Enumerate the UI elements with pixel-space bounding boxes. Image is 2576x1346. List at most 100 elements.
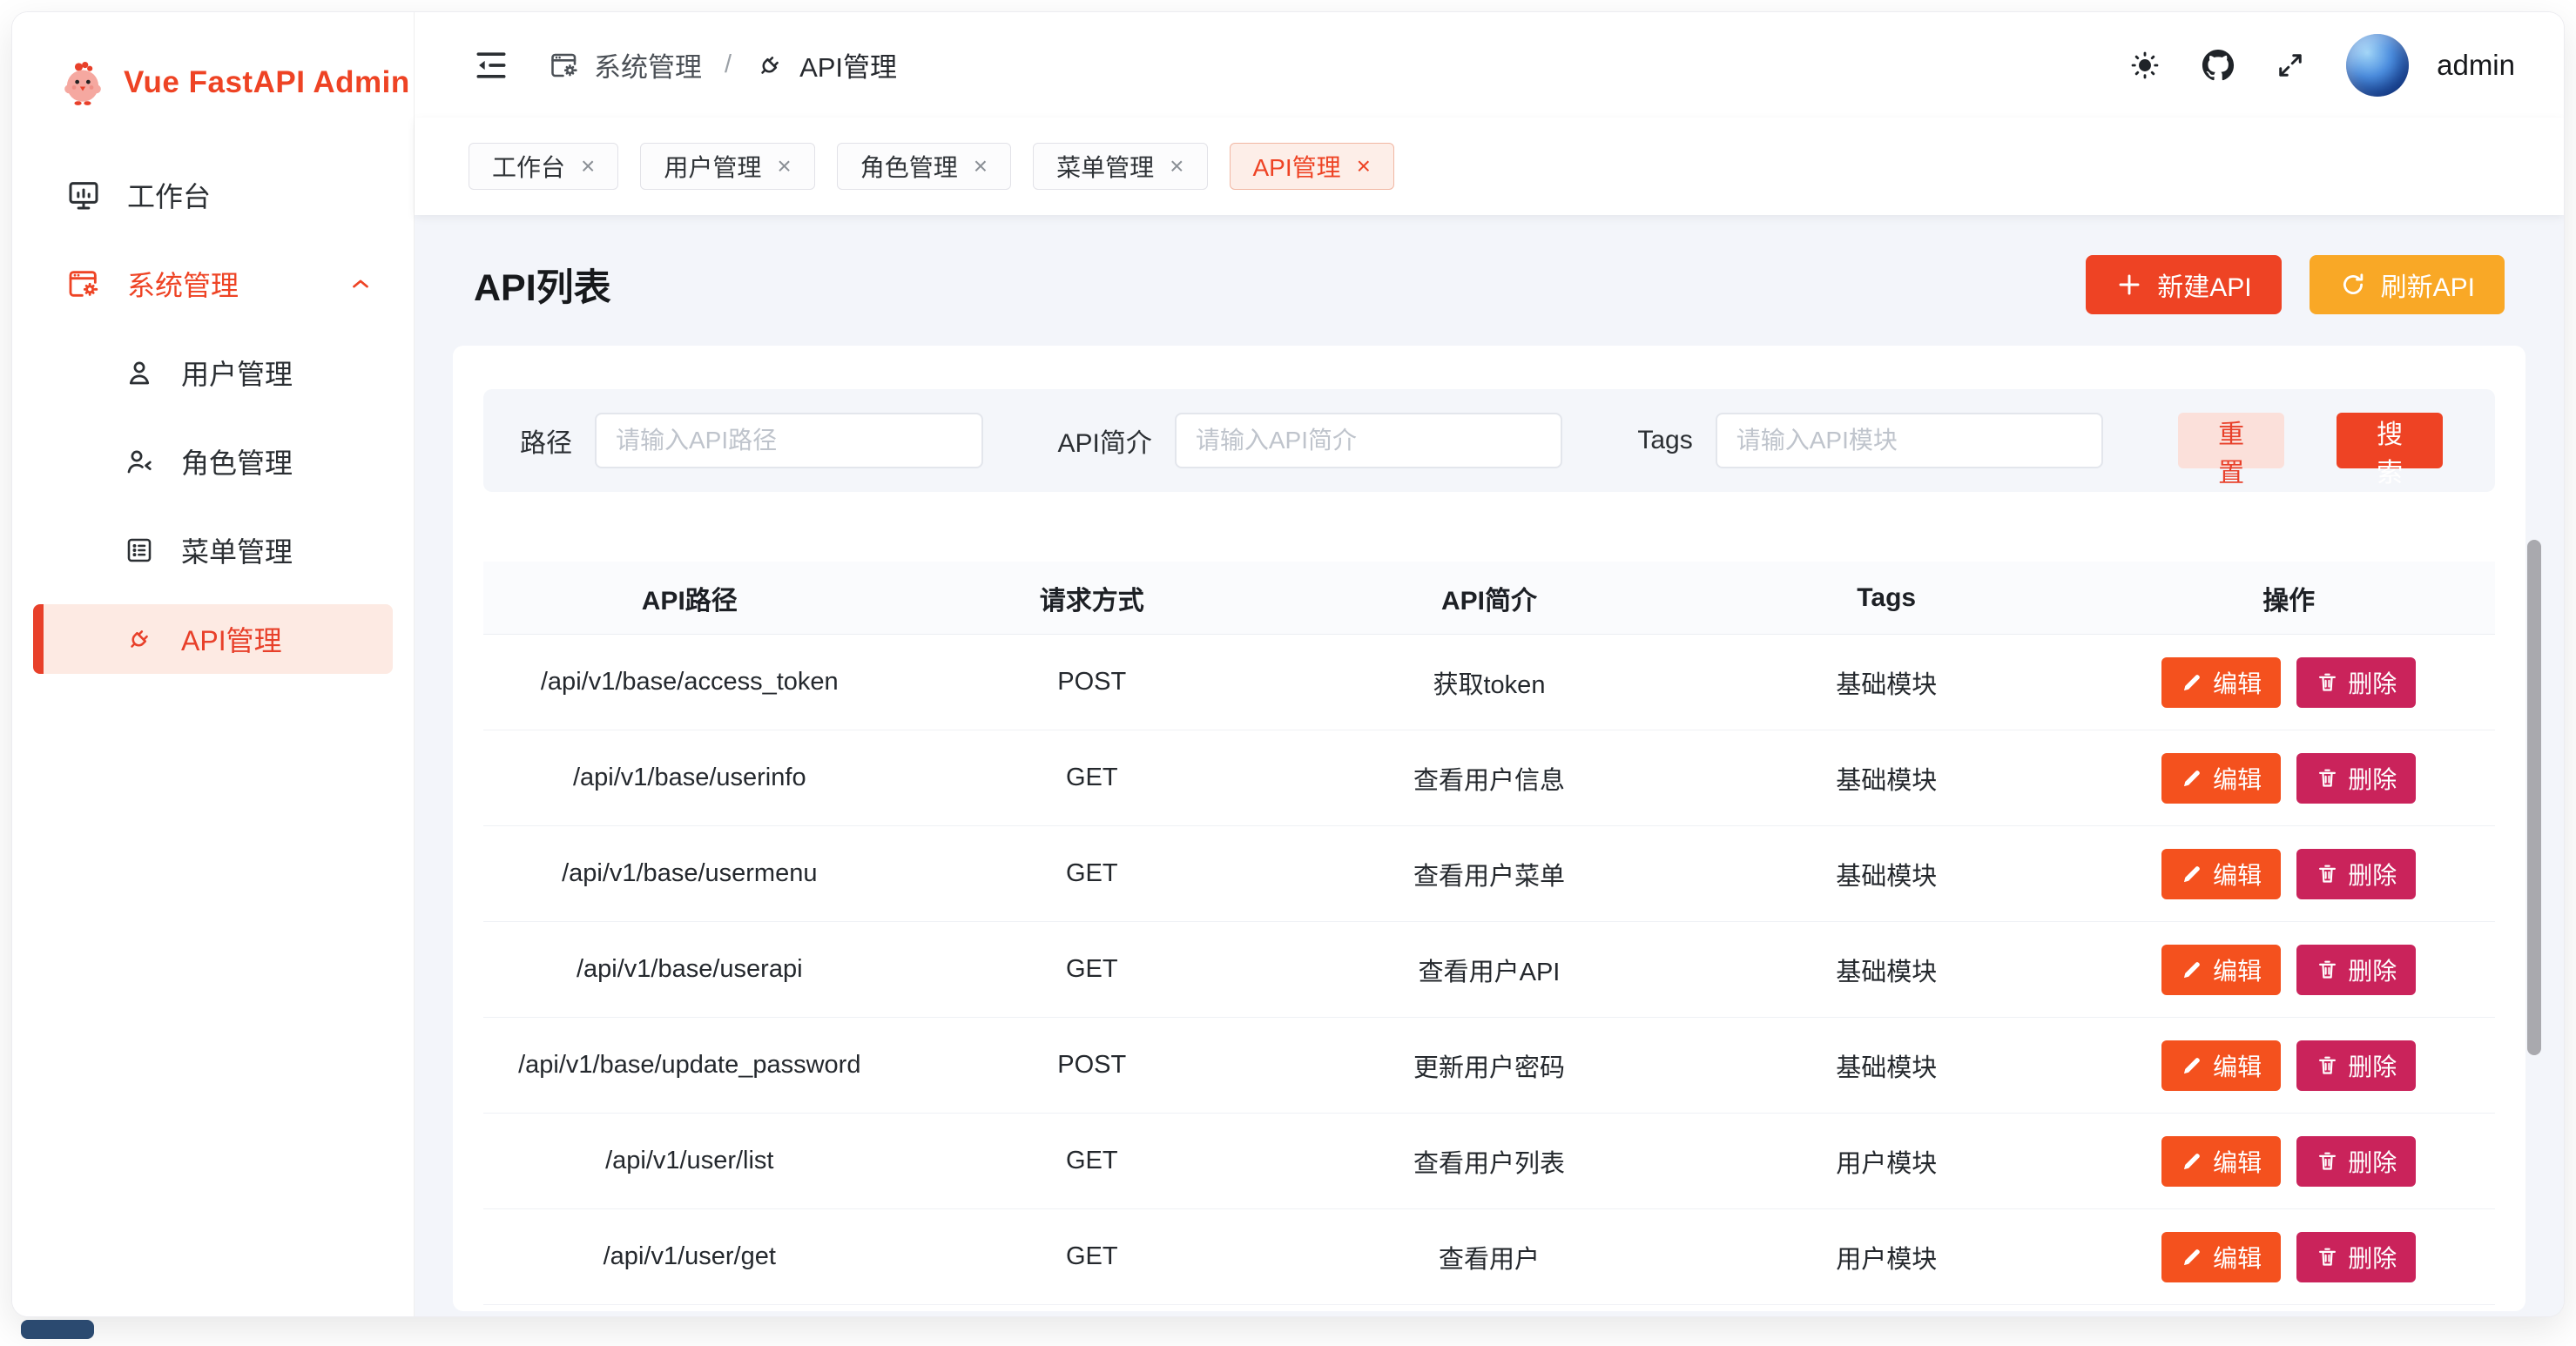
tab-workbench[interactable]: 工作台 × bbox=[469, 143, 618, 190]
sidebar-item-label: 角色管理 bbox=[181, 441, 293, 481]
avatar[interactable] bbox=[2346, 34, 2409, 97]
tab-menus[interactable]: 菜单管理 × bbox=[1033, 143, 1207, 190]
pencil-icon bbox=[2181, 766, 2204, 790]
top-bar: 系统管理 / API管理 admin bbox=[415, 12, 2564, 118]
close-icon[interactable]: × bbox=[1357, 154, 1371, 178]
username[interactable]: admin bbox=[2437, 49, 2515, 82]
edit-button[interactable]: 编辑 bbox=[2161, 657, 2281, 708]
column-header-path: API路径 bbox=[483, 579, 896, 617]
refresh-api-button[interactable]: 刷新API bbox=[2310, 255, 2505, 314]
edit-button[interactable]: 编辑 bbox=[2161, 753, 2281, 804]
reset-button[interactable]: 重置 bbox=[2178, 413, 2284, 468]
app-logo[interactable]: Vue FastAPI Admin bbox=[12, 12, 414, 148]
api-tags: 基础模块 bbox=[1690, 664, 2082, 701]
api-summary: 更新用户密码 bbox=[1288, 1047, 1690, 1084]
delete-button[interactable]: 删除 bbox=[2296, 1232, 2416, 1282]
table-row: /api/v1/base/userapi GET 查看用户API 基础模块 编辑 bbox=[483, 922, 2495, 1018]
breadcrumb-separator: / bbox=[725, 50, 732, 79]
edit-button[interactable]: 编辑 bbox=[2161, 1232, 2281, 1282]
summary-filter-input[interactable] bbox=[1175, 413, 1563, 468]
delete-label: 删除 bbox=[2348, 665, 2397, 700]
sidebar-item-roles[interactable]: 角色管理 bbox=[33, 427, 393, 496]
sidebar-item-system[interactable]: 系统管理 bbox=[33, 249, 393, 319]
trash-icon bbox=[2316, 862, 2339, 885]
api-tags: 基础模块 bbox=[1690, 952, 2082, 988]
api-tags: 基础模块 bbox=[1690, 760, 2082, 797]
chick-logo-icon bbox=[57, 57, 108, 108]
create-api-button[interactable]: 新建API bbox=[2086, 255, 2281, 314]
page-actions: 新建API 刷新API bbox=[2086, 255, 2505, 314]
row-actions: 编辑 删除 bbox=[2082, 1232, 2495, 1282]
trash-icon bbox=[2316, 766, 2339, 790]
sidebar-item-users[interactable]: 用户管理 bbox=[33, 338, 393, 407]
table-row: /api/v1/base/update_password POST 更新用户密码… bbox=[483, 1018, 2495, 1114]
breadcrumb-item-api[interactable]: API管理 bbox=[754, 45, 897, 84]
tab-api[interactable]: API管理 × bbox=[1230, 143, 1395, 190]
api-path: /api/v1/base/access_token bbox=[483, 668, 896, 697]
path-filter-input[interactable] bbox=[595, 413, 983, 468]
sidebar-item-workbench[interactable]: 工作台 bbox=[33, 160, 393, 230]
trash-icon bbox=[2316, 1245, 2339, 1269]
close-icon[interactable]: × bbox=[777, 154, 791, 178]
edit-button[interactable]: 编辑 bbox=[2161, 849, 2281, 899]
column-header-actions: 操作 bbox=[2082, 579, 2495, 617]
table-row: /api/v1/base/userinfo GET 查看用户信息 基础模块 编辑 bbox=[483, 730, 2495, 826]
trash-icon bbox=[2316, 670, 2339, 694]
theme-toggle-icon[interactable] bbox=[2128, 49, 2161, 82]
pencil-icon bbox=[2181, 958, 2204, 981]
delete-button[interactable]: 删除 bbox=[2296, 1136, 2416, 1187]
sidebar-item-label: 用户管理 bbox=[181, 353, 293, 393]
refresh-icon bbox=[2339, 271, 2367, 299]
close-icon[interactable]: × bbox=[1170, 154, 1183, 178]
api-path: /api/v1/base/update_password bbox=[483, 1051, 896, 1080]
close-icon[interactable]: × bbox=[581, 154, 595, 178]
pencil-icon bbox=[2181, 1053, 2204, 1077]
row-actions: 编辑 删除 bbox=[2082, 1040, 2495, 1091]
row-actions: 编辑 删除 bbox=[2082, 657, 2495, 708]
scrollbar-thumb[interactable] bbox=[2527, 540, 2541, 1055]
sidebar-item-menus[interactable]: 菜单管理 bbox=[33, 515, 393, 585]
tab-roles[interactable]: 角色管理 × bbox=[837, 143, 1011, 190]
fullscreen-icon[interactable] bbox=[2275, 50, 2306, 81]
path-filter-label: 路径 bbox=[520, 421, 572, 460]
github-icon[interactable] bbox=[2202, 49, 2235, 82]
tab-users[interactable]: 用户管理 × bbox=[640, 143, 814, 190]
tags-filter-input[interactable] bbox=[1716, 413, 2104, 468]
breadcrumb-label: API管理 bbox=[799, 45, 897, 84]
edit-label: 编辑 bbox=[2213, 761, 2262, 796]
edit-button[interactable]: 编辑 bbox=[2161, 1136, 2281, 1187]
table-row: /api/v1/user/list GET 查看用户列表 用户模块 编辑 删除 bbox=[483, 1114, 2495, 1209]
delete-button[interactable]: 删除 bbox=[2296, 753, 2416, 804]
api-summary: 查看用户列表 bbox=[1288, 1143, 1690, 1180]
row-actions: 编辑 删除 bbox=[2082, 753, 2495, 804]
api-summary: 查看用户 bbox=[1288, 1239, 1690, 1275]
column-header-summary: API简介 bbox=[1288, 579, 1690, 617]
main-area: 系统管理 / API管理 admin 工作台 × 用户管理 bbox=[415, 12, 2564, 1316]
api-table: API路径 请求方式 API简介 Tags 操作 /api/v1/base/ac… bbox=[483, 562, 2495, 1305]
delete-button[interactable]: 删除 bbox=[2296, 945, 2416, 995]
system-settings-icon bbox=[66, 266, 101, 301]
api-list-card: 路径 API简介 Tags 重置 搜索 API路径 请求方式 API简介 Tag bbox=[453, 346, 2525, 1311]
close-icon[interactable]: × bbox=[974, 154, 988, 178]
edit-button[interactable]: 编辑 bbox=[2161, 1040, 2281, 1091]
api-method: GET bbox=[896, 1242, 1288, 1271]
tab-label: API管理 bbox=[1253, 149, 1341, 184]
sidebar-item-api[interactable]: API管理 bbox=[33, 604, 393, 674]
api-summary: 查看用户API bbox=[1288, 952, 1690, 988]
breadcrumb-item-system[interactable]: 系统管理 bbox=[549, 45, 702, 84]
api-method: GET bbox=[896, 764, 1288, 792]
page-header: API列表 新建API 刷新API bbox=[453, 253, 2525, 316]
background-fragment bbox=[21, 1320, 94, 1339]
collapse-sidebar-icon[interactable] bbox=[472, 46, 510, 84]
top-right-tools: admin bbox=[2128, 34, 2515, 97]
delete-label: 删除 bbox=[2348, 952, 2397, 987]
sidebar: Vue FastAPI Admin 工作台 系统管理 用户管理 角色管理 bbox=[12, 12, 415, 1316]
sidebar-item-label: API管理 bbox=[181, 619, 282, 659]
create-api-label: 新建API bbox=[2157, 266, 2251, 304]
edit-button[interactable]: 编辑 bbox=[2161, 945, 2281, 995]
delete-button[interactable]: 删除 bbox=[2296, 849, 2416, 899]
tab-label: 菜单管理 bbox=[1056, 149, 1154, 184]
search-button[interactable]: 搜索 bbox=[2337, 413, 2443, 468]
delete-button[interactable]: 删除 bbox=[2296, 657, 2416, 708]
delete-button[interactable]: 删除 bbox=[2296, 1040, 2416, 1091]
